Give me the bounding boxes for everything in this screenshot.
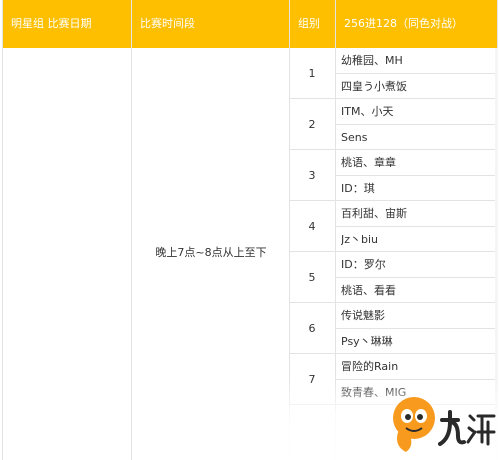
grid-line [131, 0, 132, 460]
header-time: 比赛时间段 [131, 0, 289, 48]
team-cell: 桃语、看看 [341, 284, 396, 297]
header-date: 明星组 比赛日期 [2, 0, 131, 48]
group-number: 2 [308, 117, 316, 131]
grid-line [335, 226, 498, 227]
grid-line [335, 73, 498, 74]
header-group: 组别 [289, 0, 335, 48]
grid-line [289, 302, 498, 303]
time-slot-cell: 晚上7点~8点从上至下 [155, 246, 267, 259]
grid-line [335, 277, 498, 278]
group-number: 6 [308, 321, 316, 335]
group-number: 1 [308, 66, 316, 80]
header-matchup: 256进128（同色对战） [335, 0, 498, 48]
team-cell: 传说魅影 [341, 309, 385, 322]
group-number: 4 [308, 219, 316, 233]
team-cell: Jz丶biu [341, 233, 379, 246]
grid-line [335, 124, 498, 125]
team-cell: 百利甜、宙斯 [341, 207, 407, 220]
jiuyou-logo [393, 397, 496, 452]
grid-line [289, 98, 498, 99]
team-cell: ID：琪 [341, 182, 375, 195]
team-cell: ID：罗尔 [341, 258, 386, 271]
group-number: 5 [308, 270, 316, 284]
team-cell: Psy丶琳琳 [341, 335, 393, 348]
team-cell: ITM、小天 [341, 105, 394, 118]
team-cell: 幼稚园、MH [341, 54, 403, 67]
grid-line [335, 175, 498, 176]
team-cell: 桃语、章章 [341, 156, 396, 169]
team-cell: Sens [341, 131, 368, 144]
grid-line [289, 251, 498, 252]
grid-line [2, 0, 3, 460]
group-number: 3 [308, 168, 316, 182]
team-cell: 四皇う小煮饭 [341, 80, 407, 93]
grid-line [335, 328, 498, 329]
